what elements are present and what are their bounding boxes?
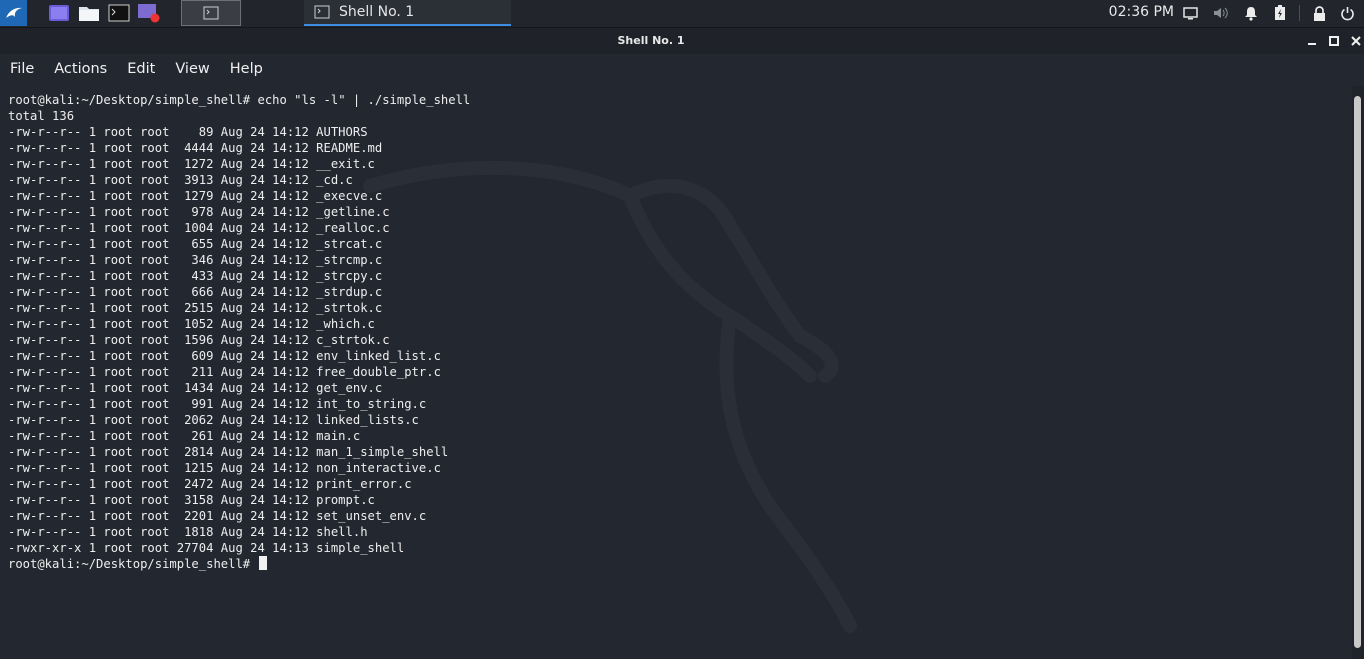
power-icon[interactable] xyxy=(1339,5,1355,21)
minimize-icon[interactable] xyxy=(1305,34,1319,48)
text-cursor xyxy=(259,556,268,570)
output-line: -rw-r--r-- 1 root root 1596 Aug 24 14:12… xyxy=(8,333,390,347)
tray-separator xyxy=(1299,5,1300,21)
menu-file[interactable]: File xyxy=(10,61,34,77)
menu-help[interactable]: Help xyxy=(230,61,263,77)
menu-actions[interactable]: Actions xyxy=(54,61,107,77)
terminal-icon[interactable] xyxy=(107,2,131,24)
top-panel: Shell No. 1 02:36 PM xyxy=(0,0,1364,28)
output-line: -rw-r--r-- 1 root root 655 Aug 24 14:12 … xyxy=(8,237,383,251)
output-line: -rw-r--r-- 1 root root 4444 Aug 24 14:12… xyxy=(8,141,383,155)
prompt: root@kali:~/Desktop/simple_shell# xyxy=(8,557,258,571)
volume-icon[interactable] xyxy=(1213,5,1229,21)
clock[interactable]: 02:36 PM xyxy=(1109,4,1174,20)
output-line: -rw-r--r-- 1 root root 609 Aug 24 14:12 … xyxy=(8,349,441,363)
menu-edit[interactable]: Edit xyxy=(127,61,155,77)
output-line: -rw-r--r-- 1 root root 89 Aug 24 14:12 A… xyxy=(8,125,368,139)
output-line: -rw-r--r-- 1 root root 346 Aug 24 14:12 … xyxy=(8,253,383,267)
screen-recorder-icon[interactable] xyxy=(137,2,161,24)
notification-bell-icon[interactable] xyxy=(1243,5,1259,21)
output-line: -rw-r--r-- 1 root root 2062 Aug 24 14:12… xyxy=(8,413,419,427)
output-line: -rw-r--r-- 1 root root 1434 Aug 24 14:12… xyxy=(8,381,383,395)
file-manager-icon[interactable] xyxy=(77,2,101,24)
kali-menu-icon[interactable] xyxy=(0,0,27,26)
output-line: total 136 xyxy=(8,109,75,123)
maximize-icon[interactable] xyxy=(1327,34,1341,48)
output-line: -rw-r--r-- 1 root root 3913 Aug 24 14:12… xyxy=(8,173,353,187)
output-line: -rw-r--r-- 1 root root 2472 Aug 24 14:12… xyxy=(8,477,412,491)
output-line: -rw-r--r-- 1 root root 1279 Aug 24 14:12… xyxy=(8,189,383,203)
command: echo "ls -l" | ./simple_shell xyxy=(257,93,471,107)
output-line: -rw-r--r-- 1 root root 433 Aug 24 14:12 … xyxy=(8,269,383,283)
output-line: -rw-r--r-- 1 root root 1818 Aug 24 14:12… xyxy=(8,525,368,539)
output-line: -rw-r--r-- 1 root root 261 Aug 24 14:12 … xyxy=(8,429,361,443)
output-line: -rw-r--r-- 1 root root 211 Aug 24 14:12 … xyxy=(8,365,441,379)
close-icon[interactable] xyxy=(1349,34,1363,48)
final-prompt-line[interactable]: root@kali:~/Desktop/simple_shell# xyxy=(8,556,470,572)
prompt: root@kali:~/Desktop/simple_shell# xyxy=(8,93,258,107)
workspace-icon[interactable] xyxy=(47,2,71,24)
output-line: -rw-r--r-- 1 root root 978 Aug 24 14:12 … xyxy=(8,205,390,219)
terminal-scrollbar[interactable] xyxy=(1352,86,1364,659)
scrollbar-thumb[interactable] xyxy=(1354,96,1361,648)
output-line: -rw-r--r-- 1 root root 2814 Aug 24 14:12… xyxy=(8,445,449,459)
command-line: root@kali:~/Desktop/simple_shell# echo "… xyxy=(8,92,470,108)
output-line: -rw-r--r-- 1 root root 1272 Aug 24 14:12… xyxy=(8,157,375,171)
output-line: -rwxr-xr-x 1 root root 27704 Aug 24 14:1… xyxy=(8,541,405,555)
battery-icon[interactable] xyxy=(1272,5,1288,21)
terminal-icon xyxy=(314,5,330,19)
terminal-area[interactable]: root@kali:~/Desktop/simple_shell# echo "… xyxy=(0,86,1352,659)
output-line: -rw-r--r-- 1 root root 3158 Aug 24 14:12… xyxy=(8,493,375,507)
window-title: Shell No. 1 xyxy=(617,34,685,47)
display-icon[interactable] xyxy=(1182,5,1198,21)
taskbar-item-label: Shell No. 1 xyxy=(339,4,415,20)
menubar: File Actions Edit View Help xyxy=(0,54,1364,84)
output-line: -rw-r--r-- 1 root root 1215 Aug 24 14:12… xyxy=(8,461,441,475)
taskbar-item-shell[interactable]: Shell No. 1 xyxy=(304,0,511,26)
output-line: -rw-r--r-- 1 root root 666 Aug 24 14:12 … xyxy=(8,285,383,299)
menu-view[interactable]: View xyxy=(175,61,209,77)
output-line: -rw-r--r-- 1 root root 991 Aug 24 14:12 … xyxy=(8,397,427,411)
output-line: -rw-r--r-- 1 root root 1004 Aug 24 14:12… xyxy=(8,221,390,235)
terminal-output: root@kali:~/Desktop/simple_shell# echo "… xyxy=(8,92,470,572)
output-line: -rw-r--r-- 1 root root 1052 Aug 24 14:12… xyxy=(8,317,375,331)
output-line: -rw-r--r-- 1 root root 2515 Aug 24 14:12… xyxy=(8,301,383,315)
workspace-switcher-button[interactable] xyxy=(181,0,241,26)
window-titlebar[interactable]: Shell No. 1 xyxy=(0,28,1364,54)
lock-icon[interactable] xyxy=(1311,5,1327,21)
output-line: -rw-r--r-- 1 root root 2201 Aug 24 14:12… xyxy=(8,509,427,523)
